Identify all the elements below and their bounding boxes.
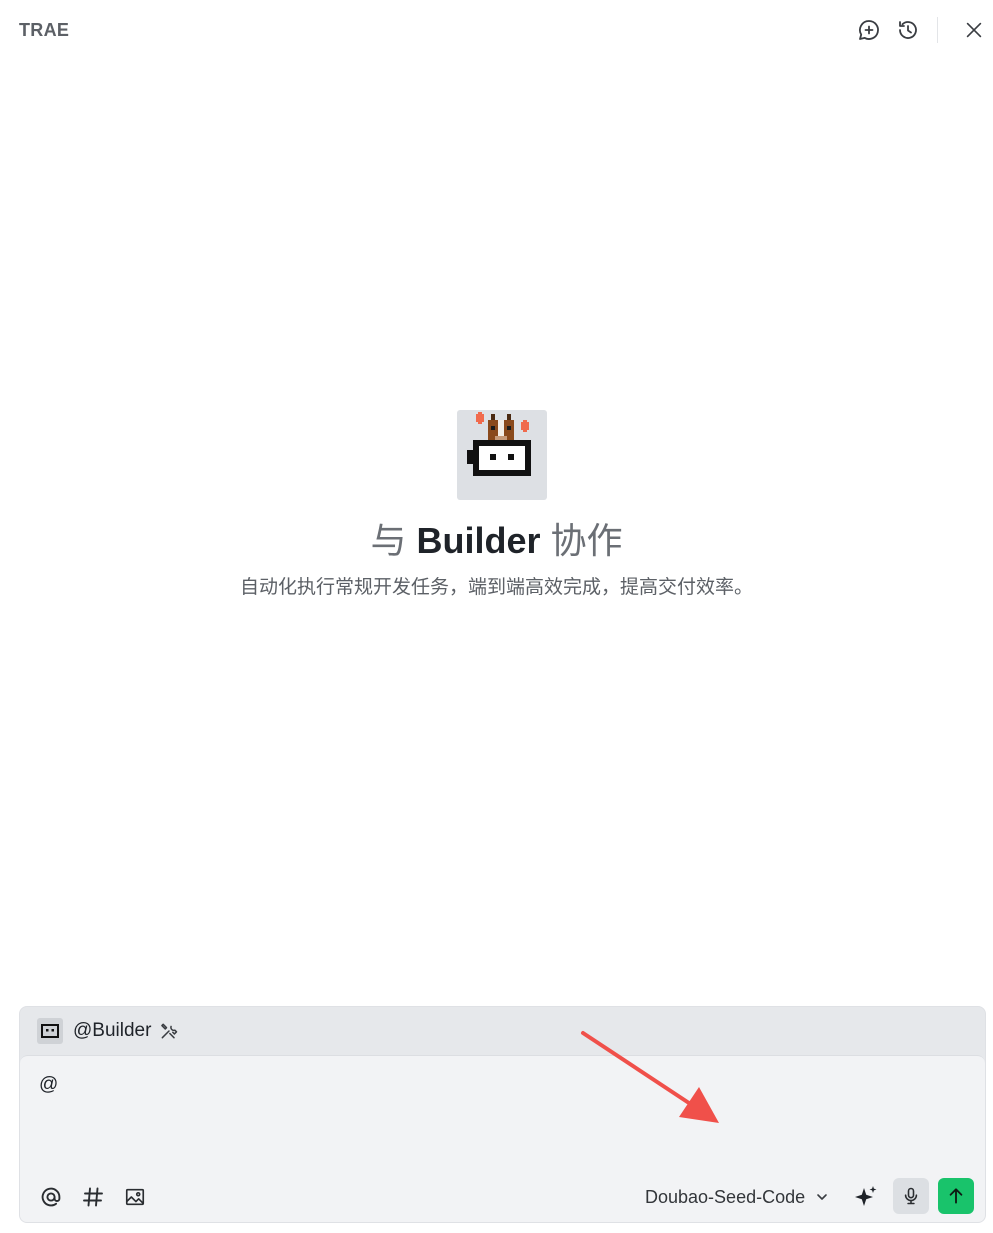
send-arrow-icon [949, 1188, 963, 1204]
builder-logo [457, 410, 547, 500]
close-icon [966, 22, 982, 38]
hash-button[interactable] [80, 1184, 106, 1210]
message-input[interactable]: @ Doubao-Seed-Code [20, 1055, 985, 1222]
hero-title-prefix: 与 [370, 520, 407, 561]
close-button[interactable] [960, 16, 988, 44]
enhance-button[interactable] [852, 1183, 880, 1211]
mic-button[interactable] [893, 1178, 929, 1214]
hero-title: 与 Builder 协作 [0, 512, 993, 564]
header-divider [937, 17, 938, 43]
top-bar: TRAE [0, 0, 993, 62]
chat-composer: @Builder @ Doubao-Seed-Code [19, 1006, 986, 1223]
builder-agent-icon [37, 1018, 63, 1044]
mention-icon [41, 1187, 61, 1207]
sparkle-icon [855, 1186, 877, 1206]
tools-icon[interactable] [159, 1021, 179, 1041]
send-button[interactable] [938, 1178, 974, 1214]
message-input-value[interactable]: @ [39, 1074, 58, 1096]
hash-icon [83, 1187, 103, 1207]
model-selector[interactable]: Doubao-Seed-Code [645, 1182, 829, 1212]
new-chat-icon [859, 20, 879, 40]
builder-mascot-icon [467, 412, 531, 476]
hero-subtitle: 自动化执行常规开发任务，端到端高效完成，提高交付效率。 [239, 577, 753, 598]
history-button[interactable] [894, 16, 922, 44]
app-title: TRAE [19, 20, 70, 40]
hero-title-name: Builder [416, 520, 541, 561]
hero-title-suffix: 协作 [550, 520, 623, 561]
agent-bar: @Builder [20, 1007, 985, 1055]
chevron-down-icon [815, 1190, 829, 1204]
mention-button[interactable] [38, 1184, 64, 1210]
agent-name[interactable]: @Builder [73, 1020, 151, 1042]
history-icon [899, 21, 917, 39]
image-icon [125, 1188, 145, 1206]
image-button[interactable] [122, 1184, 148, 1210]
mic-icon [904, 1187, 918, 1205]
new-chat-button[interactable] [855, 16, 883, 44]
model-name: Doubao-Seed-Code [645, 1186, 806, 1207]
